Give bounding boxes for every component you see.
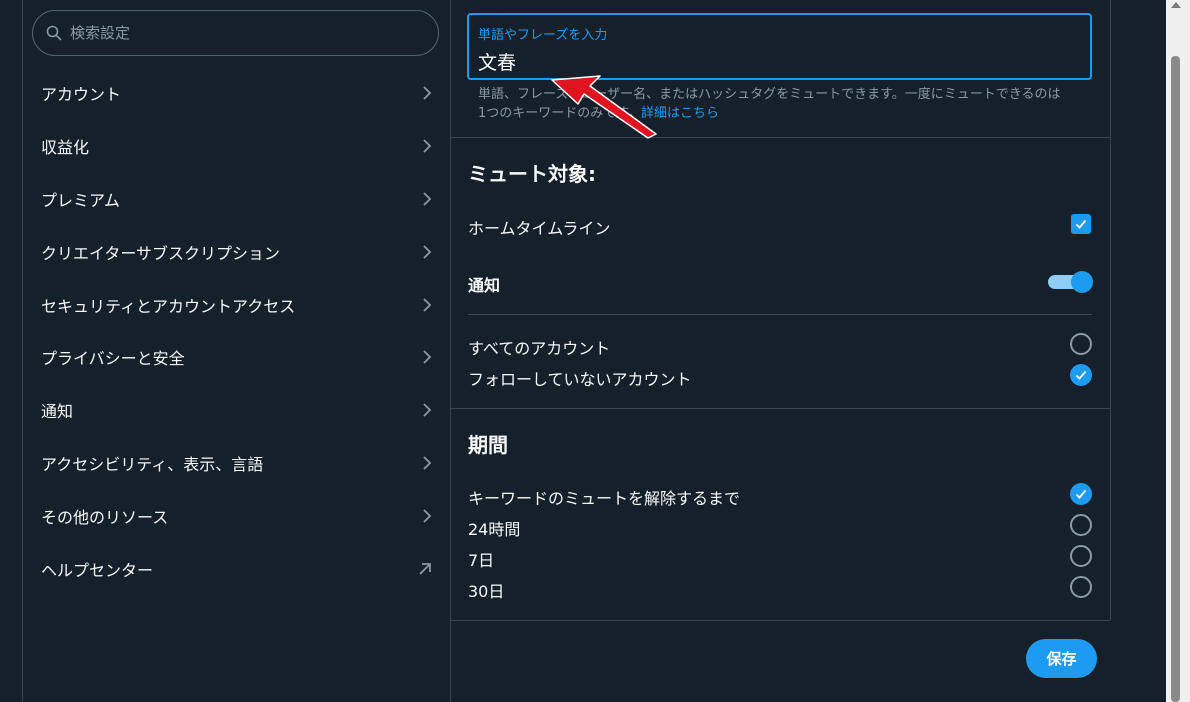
nav-item-creator-subscriptions[interactable]: クリエイターサブスクリプション <box>23 225 450 278</box>
nav-item-label: 収益化 <box>41 138 90 158</box>
nav-item-account[interactable]: アカウント <box>23 67 450 120</box>
all-accounts-radio[interactable] <box>1070 333 1092 355</box>
nav-item-label: アクセシビリティ、表示、言語 <box>41 454 264 474</box>
column-divider <box>450 0 451 702</box>
nav-item-premium[interactable]: プレミアム <box>23 173 450 226</box>
not-following-label: フォローしていないアカウント <box>468 370 692 389</box>
duration-7d-radio[interactable] <box>1070 545 1092 567</box>
nav-item-label: クリエイターサブスクリプション <box>41 243 281 263</box>
save-button[interactable]: 保存 <box>1026 639 1097 678</box>
nav-item-privacy[interactable]: プライバシーと安全 <box>23 331 450 384</box>
duration-option-label: 7日 <box>468 551 495 570</box>
home-timeline-checkbox[interactable] <box>1071 214 1091 234</box>
duration-24h-radio[interactable] <box>1070 514 1092 536</box>
annotation-arrow-icon <box>551 75 657 139</box>
scroll-up-arrow-icon[interactable] <box>1171 2 1181 8</box>
scrollbar-thumb[interactable] <box>1171 56 1180 702</box>
all-accounts-label: すべてのアカウント <box>468 339 611 358</box>
keyword-input-value[interactable]: 文春 <box>478 48 516 75</box>
nav-item-label: アカウント <box>41 85 122 105</box>
chevron-right-icon <box>423 456 432 470</box>
search-icon <box>46 25 62 41</box>
nav-item-additional-resources[interactable]: その他のリソース <box>23 489 450 542</box>
external-link-arrow-icon <box>419 562 431 575</box>
chevron-right-icon <box>423 86 432 101</box>
keyword-field-label: 単語やフレーズを入力 <box>478 28 608 43</box>
settings-nav: アカウント 収益化 プレミアム クリエイターサブスクリプション セキュリティとア… <box>23 67 450 595</box>
section-divider <box>451 620 1110 621</box>
search-input[interactable] <box>68 23 412 43</box>
not-following-radio[interactable] <box>1070 364 1092 386</box>
checkmark-icon <box>1075 489 1087 499</box>
notifications-divider <box>468 314 1092 315</box>
checkmark-icon <box>1075 219 1087 229</box>
checkmark-icon <box>1075 370 1087 380</box>
home-timeline-label: ホームタイムライン <box>468 219 611 238</box>
chevron-right-icon <box>423 403 432 417</box>
nav-item-security[interactable]: セキュリティとアカウントアクセス <box>23 278 450 331</box>
duration-option-label: キーワードのミュートを解除するまで <box>468 489 741 508</box>
notifications-label: 通知 <box>468 276 501 295</box>
nav-item-accessibility[interactable]: アクセシビリティ、表示、言語 <box>23 437 450 490</box>
nav-item-label: セキュリティとアカウントアクセス <box>41 296 296 316</box>
nav-item-label: プレミアム <box>41 190 120 210</box>
chevron-right-icon <box>423 192 432 206</box>
nav-item-help-center[interactable]: ヘルプセンター <box>23 542 450 595</box>
chevron-right-icon <box>423 297 432 312</box>
nav-item-label: プライバシーと安全 <box>41 349 185 369</box>
nav-item-label: 通知 <box>41 402 74 422</box>
nav-item-notifications[interactable]: 通知 <box>23 384 450 437</box>
chevron-right-icon <box>423 350 432 365</box>
duration-option-label: 24時間 <box>468 520 521 539</box>
duration-30d-radio[interactable] <box>1070 576 1092 598</box>
duration-until-unmuted-radio[interactable] <box>1070 483 1092 505</box>
chevron-right-icon <box>423 139 432 153</box>
duration-option-label: 30日 <box>468 582 505 601</box>
nav-item-monetization[interactable]: 収益化 <box>23 120 450 173</box>
section-divider <box>451 408 1110 409</box>
nav-item-label: その他のリソース <box>41 507 169 527</box>
nav-item-label: ヘルプセンター <box>41 560 154 580</box>
settings-search[interactable] <box>32 10 439 56</box>
toggle-knob <box>1071 271 1093 293</box>
right-border <box>1110 0 1111 620</box>
chevron-right-icon <box>423 245 432 259</box>
left-gutter <box>0 0 22 702</box>
notifications-toggle[interactable] <box>1047 271 1093 293</box>
duration-title: 期間 <box>468 433 508 457</box>
chevron-right-icon <box>423 509 432 523</box>
mute-target-title: ミュート対象: <box>468 162 596 186</box>
